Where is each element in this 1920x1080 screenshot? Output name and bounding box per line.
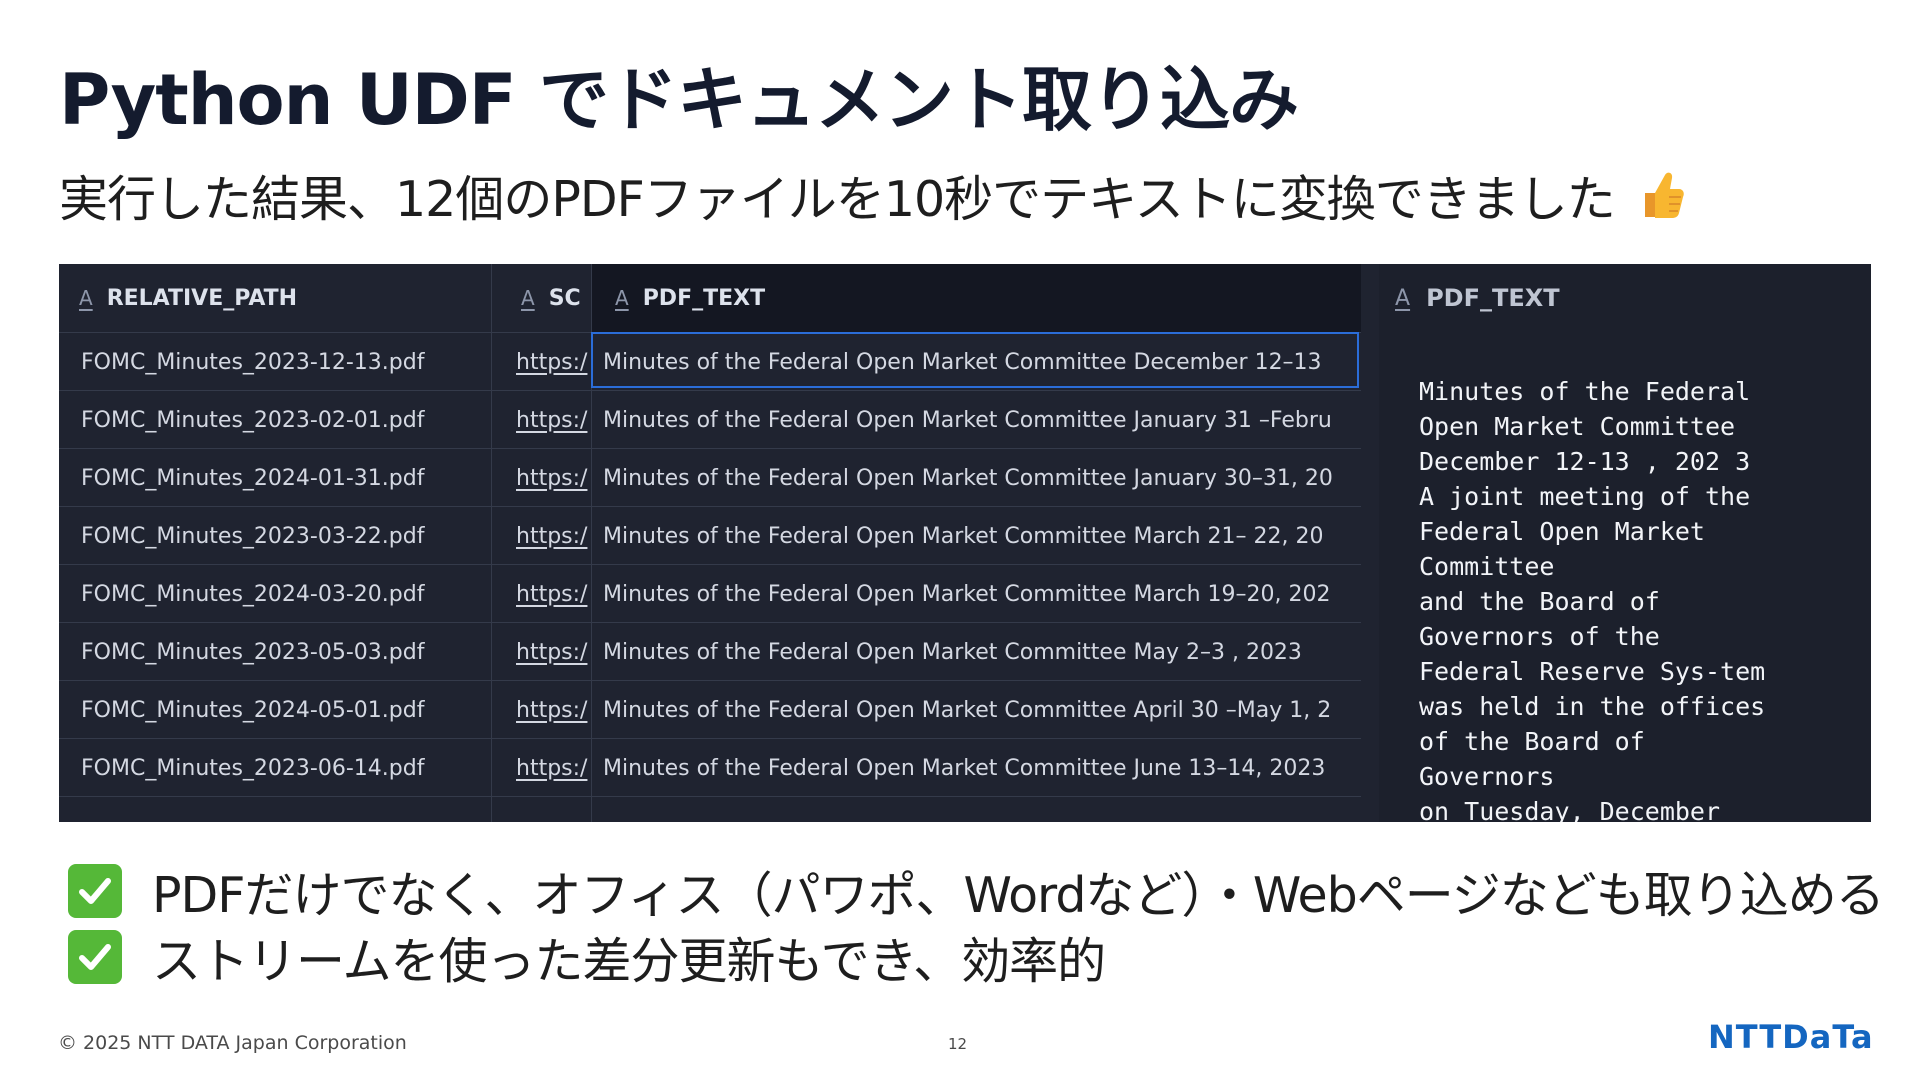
bullet-item: PDFだけでなく、オフィス（パワポ、Wordなど）・Webページなども取り込める bbox=[68, 858, 1885, 924]
url-cell[interactable]: https:/ bbox=[516, 623, 591, 681]
pdf-text-cell[interactable]: Minutes of the Federal Open Market Commi… bbox=[603, 507, 1353, 565]
column-header-label: PDF_TEXT bbox=[642, 285, 766, 311]
table-row[interactable]: FOMC_Minutes_2023-02-01.pdf https:/ Minu… bbox=[59, 390, 1361, 449]
path-cell[interactable]: FOMC_Minutes_2023-03-22.pdf bbox=[81, 507, 501, 565]
pdf-text-cell[interactable]: Minutes of the Federal Open Market Commi… bbox=[603, 681, 1353, 739]
pdf-text-cell[interactable]: Minutes of the Federal Open Market Commi… bbox=[603, 449, 1353, 507]
thumbs-up-icon bbox=[1639, 169, 1685, 237]
column-divider bbox=[591, 264, 592, 822]
results-table: A RELATIVE_PATH A SC A PDF_TEXT FOMC_Min… bbox=[59, 264, 1361, 822]
table-row-partial[interactable] bbox=[59, 796, 1361, 822]
data-grid-screenshot: A RELATIVE_PATH A SC A PDF_TEXT FOMC_Min… bbox=[59, 264, 1871, 822]
path-cell[interactable]: FOMC_Minutes_2023-05-03.pdf bbox=[81, 623, 501, 681]
column-divider bbox=[491, 264, 492, 822]
check-mark-icon bbox=[68, 930, 122, 984]
path-cell[interactable]: FOMC_Minutes_2023-06-14.pdf bbox=[81, 739, 501, 797]
detail-header-label: PDF_TEXT bbox=[1426, 284, 1560, 312]
path-cell[interactable]: FOMC_Minutes_2023-02-01.pdf bbox=[81, 391, 501, 449]
subtitle-text: 実行した結果、12個のPDFファイルを10秒でテキストに変換できました bbox=[59, 171, 1616, 228]
url-cell[interactable]: https:/ bbox=[516, 681, 591, 739]
url-cell[interactable]: https:/ bbox=[516, 333, 591, 391]
text-type-icon: A bbox=[521, 286, 535, 310]
table-row[interactable]: FOMC_Minutes_2023-03-22.pdf https:/ Minu… bbox=[59, 506, 1361, 565]
page-number: 12 bbox=[948, 1035, 968, 1053]
path-cell[interactable]: FOMC_Minutes_2024-01-31.pdf bbox=[81, 449, 501, 507]
ntt-data-logo: NTTDaTa bbox=[1708, 1018, 1874, 1056]
table-row[interactable]: FOMC_Minutes_2024-03-20.pdf https:/ Minu… bbox=[59, 564, 1361, 623]
text-type-icon: A bbox=[615, 286, 629, 310]
column-header-label: SC bbox=[548, 285, 581, 311]
pdf-text-cell[interactable]: Minutes of the Federal Open Market Commi… bbox=[603, 391, 1353, 449]
text-type-icon: A bbox=[79, 286, 93, 310]
table-row[interactable]: FOMC_Minutes_2024-05-01.pdf https:/ Minu… bbox=[59, 680, 1361, 739]
url-cell[interactable]: https:/ bbox=[516, 565, 591, 623]
detail-panel-header: A PDF_TEXT bbox=[1379, 264, 1560, 332]
table-row[interactable]: FOMC_Minutes_2024-01-31.pdf https:/ Minu… bbox=[59, 448, 1361, 507]
url-cell[interactable]: https:/ bbox=[516, 739, 591, 797]
table-row[interactable]: FOMC_Minutes_2023-05-03.pdf https:/ Minu… bbox=[59, 622, 1361, 681]
slide-title: Python UDF でドキュメント取り込み bbox=[59, 59, 1299, 141]
bullet-list: PDFだけでなく、オフィス（パワポ、Wordなど）・Webページなども取り込める… bbox=[68, 858, 1885, 990]
slide-subtitle: 実行した結果、12個のPDFファイルを10秒でテキストに変換できました bbox=[59, 168, 1685, 237]
detail-pdf-text: Minutes of the Federal Open Market Commi… bbox=[1419, 377, 1766, 822]
url-cell[interactable]: https:/ bbox=[516, 507, 591, 565]
pdf-text-cell[interactable]: Minutes of the Federal Open Market Commi… bbox=[603, 739, 1353, 797]
table-row[interactable]: FOMC_Minutes_2023-12-13.pdf https:/ Minu… bbox=[59, 332, 1361, 391]
column-header-source-url[interactable]: A SC bbox=[521, 264, 591, 332]
column-header-pdf-text[interactable]: A PDF_TEXT bbox=[615, 264, 1355, 332]
pdf-text-cell[interactable]: Minutes of the Federal Open Market Commi… bbox=[603, 623, 1353, 681]
pdf-text-cell[interactable]: Minutes of the Federal Open Market Commi… bbox=[603, 333, 1353, 391]
check-mark-icon bbox=[68, 864, 122, 918]
footer-copyright: © 2025 NTT DATA Japan Corporation bbox=[58, 1032, 407, 1054]
bullet-text: ストリームを使った差分更新もでき、効率的 bbox=[152, 932, 1106, 990]
path-cell[interactable]: FOMC_Minutes_2024-03-20.pdf bbox=[81, 565, 501, 623]
column-header-relative-path[interactable]: A RELATIVE_PATH bbox=[79, 264, 499, 332]
pdf-text-cell[interactable]: Minutes of the Federal Open Market Commi… bbox=[603, 565, 1353, 623]
path-cell[interactable]: FOMC_Minutes_2023-12-13.pdf bbox=[81, 333, 501, 391]
url-cell[interactable]: https:/ bbox=[516, 391, 591, 449]
url-cell[interactable]: https:/ bbox=[516, 449, 591, 507]
bullet-text: PDFだけでなく、オフィス（パワポ、Wordなど）・Webページなども取り込める bbox=[152, 866, 1885, 924]
bullet-item: ストリームを使った差分更新もでき、効率的 bbox=[68, 924, 1884, 990]
column-header-label: RELATIVE_PATH bbox=[106, 285, 298, 311]
text-type-icon: A bbox=[1395, 285, 1411, 311]
path-cell[interactable]: FOMC_Minutes_2024-05-01.pdf bbox=[81, 681, 501, 739]
cell-detail-panel: A PDF_TEXT Minutes of the Federal Open M… bbox=[1379, 264, 1871, 822]
table-row[interactable]: FOMC_Minutes_2023-06-14.pdf https:/ Minu… bbox=[59, 738, 1361, 797]
